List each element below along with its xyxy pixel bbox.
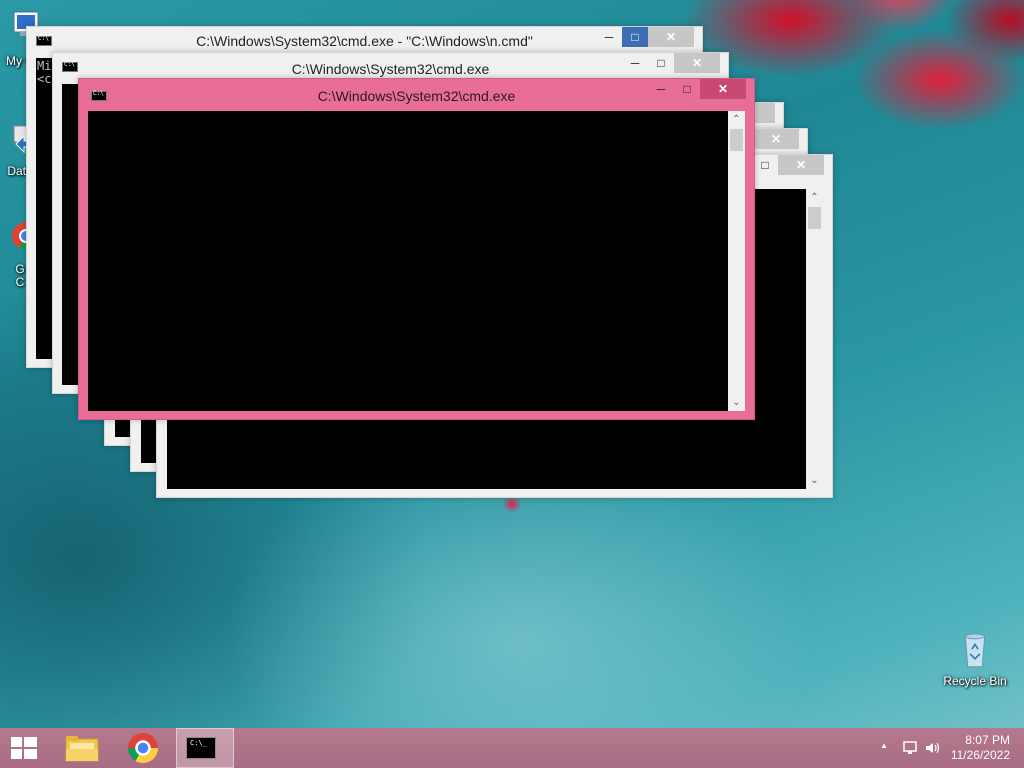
wallpaper-petal <box>500 496 524 518</box>
scroll-thumb[interactable] <box>808 207 821 229</box>
cmd-icon: C:\_ <box>186 737 216 759</box>
maximize-button[interactable]: □ <box>674 79 700 99</box>
volume-icon[interactable] <box>924 740 940 756</box>
desktop-icon-label: Recycle Bin <box>943 674 1007 688</box>
vertical-scrollbar[interactable]: ⌃ ⌄ <box>728 111 745 411</box>
clock-time: 8:07 PM <box>965 733 1010 747</box>
minimize-button[interactable]: ─ <box>622 53 648 73</box>
window-controls: ─ □ ✕ <box>622 53 720 73</box>
title-bar[interactable]: C:\Windows\System32\cmd.exe - "C:\Window… <box>27 27 702 53</box>
title-bar[interactable]: C:\Windows\System32\cmd.exe ─ □ ✕ <box>79 79 754 105</box>
vertical-scrollbar[interactable]: ⌃ ⌄ <box>806 189 823 489</box>
scroll-down-arrow-icon[interactable]: ⌄ <box>728 394 745 411</box>
start-button[interactable] <box>0 728 48 768</box>
taskbar-chrome[interactable] <box>116 728 170 768</box>
maximize-button[interactable]: □ <box>648 53 674 73</box>
taskbar-command-prompt[interactable]: C:\_ <box>176 728 234 768</box>
minimize-button[interactable]: ─ <box>596 27 622 47</box>
maximize-button[interactable]: □ <box>752 155 778 175</box>
clock-date: 11/26/2022 <box>950 748 1010 762</box>
window-controls: ─ □ ✕ <box>596 27 694 47</box>
cmd-window-active[interactable]: C:\Windows\System32\cmd.exe ─ □ ✕ ⌃ ⌄ <box>78 78 755 420</box>
recycle-bin-icon <box>964 633 986 668</box>
scroll-down-arrow-icon[interactable]: ⌄ <box>806 472 823 489</box>
system-tray: ▲ 8:07 PM 11/26/2022 <box>864 728 1024 768</box>
close-button[interactable]: ✕ <box>674 53 720 73</box>
folder-icon <box>65 736 99 762</box>
show-hidden-icons-button[interactable]: ▲ <box>880 741 888 750</box>
taskbar-file-explorer[interactable] <box>56 728 110 768</box>
console-area[interactable] <box>88 111 728 411</box>
close-button[interactable]: ✕ <box>648 27 694 47</box>
desktop-icon-recycle-bin[interactable]: Recycle Bin <box>940 630 1010 688</box>
windows-logo-icon <box>11 737 37 759</box>
clock[interactable]: 8:07 PM 11/26/2022 <box>951 733 1010 763</box>
maximize-button[interactable]: □ <box>622 27 648 47</box>
close-button[interactable]: ✕ <box>753 129 799 149</box>
window-controls: □ ✕ <box>752 155 824 175</box>
window-controls: ✕ <box>753 129 799 149</box>
window-controls: ─ □ ✕ <box>648 79 746 99</box>
scroll-up-arrow-icon[interactable]: ⌃ <box>806 189 823 206</box>
title-bar[interactable]: C:\Windows\System32\cmd.exe ─ □ ✕ <box>53 53 728 79</box>
close-button[interactable]: ✕ <box>700 79 746 99</box>
network-icon[interactable] <box>902 740 918 756</box>
chrome-icon <box>128 733 158 764</box>
close-button[interactable]: ✕ <box>778 155 824 175</box>
scroll-thumb[interactable] <box>730 129 743 151</box>
scroll-up-arrow-icon[interactable]: ⌃ <box>728 111 745 128</box>
minimize-button[interactable]: ─ <box>648 79 674 99</box>
